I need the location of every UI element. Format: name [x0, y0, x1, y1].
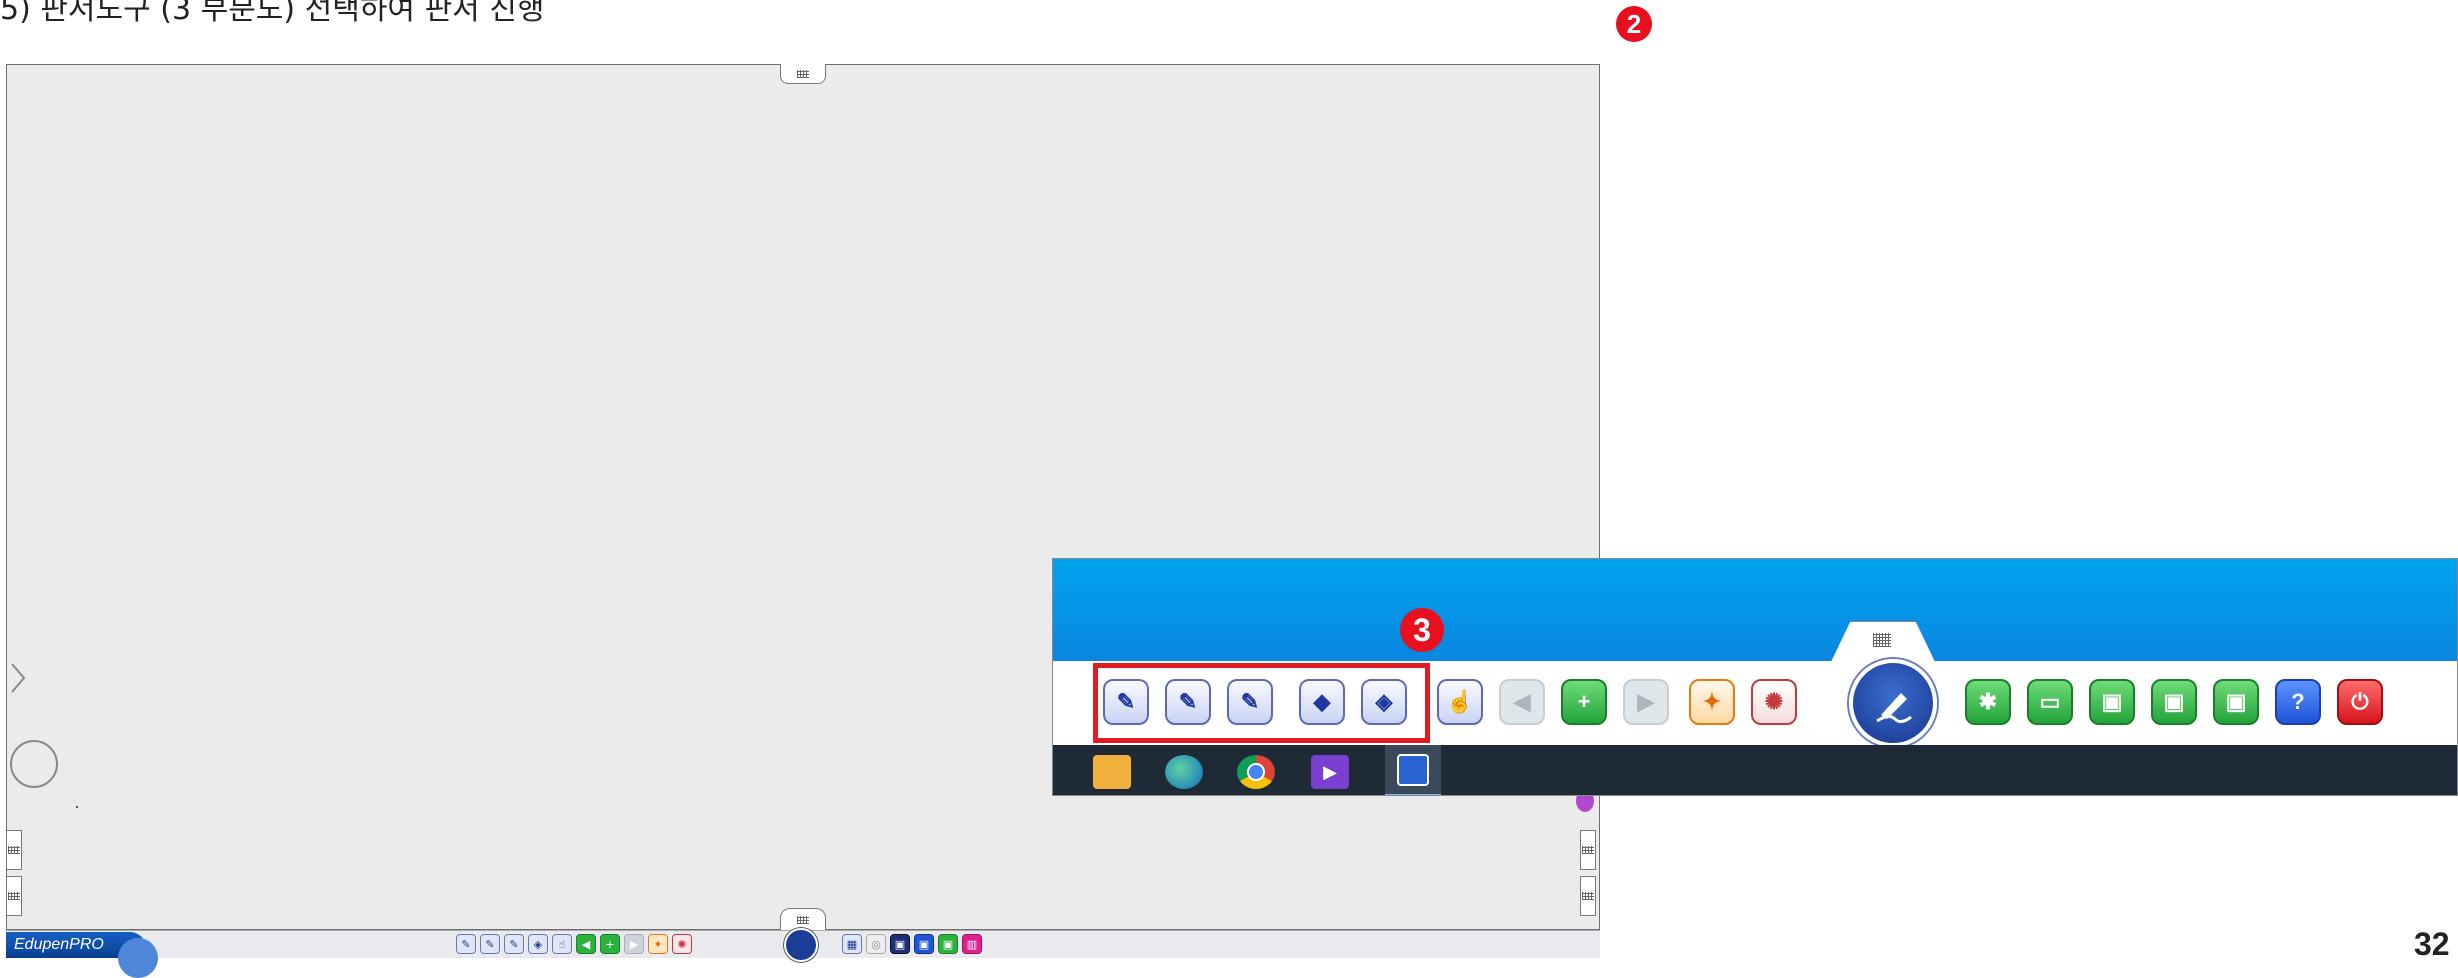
desktop-background: [1053, 559, 2457, 661]
grid-icon: [1582, 892, 1594, 900]
save-as-button[interactable]: ▣: [2151, 679, 2197, 725]
callout-badge-3: 3: [1400, 608, 1444, 652]
save-as-icon: ▣: [2163, 689, 2185, 714]
edupen-main-button[interactable]: [1849, 659, 1937, 747]
chrome-center: [1247, 763, 1265, 781]
help-button[interactable]: ?: [2275, 679, 2321, 725]
new-file-button[interactable]: ✱: [1965, 679, 2011, 725]
ink-dot: [76, 806, 78, 808]
back-button[interactable]: ◀: [1499, 679, 1545, 725]
marker-icon[interactable]: ✎: [504, 934, 524, 954]
back-arrow-icon[interactable]: ◀: [576, 934, 596, 954]
toolbar-zoom-inset: ✎ ✎ ✎ ◆ ◈ ☝ ◀ + ▶ ✦ ✺ ✱ ▭ ▣ ▣ ▣ ? ⏻ ▶: [1052, 558, 2458, 796]
whiteboard-canvas[interactable]: [6, 64, 1600, 930]
new-page-icon: +: [1577, 689, 1591, 714]
forward-arrow-icon[interactable]: ▶: [624, 934, 644, 954]
grid-view-icon[interactable]: ▦: [842, 934, 862, 954]
new-page-button[interactable]: +: [1561, 679, 1607, 725]
logo-swirl: [118, 938, 158, 978]
grid-icon: [797, 69, 809, 78]
page-number: 32: [2414, 926, 2450, 962]
save-button[interactable]: ▣: [2089, 679, 2135, 725]
open-button[interactable]: ▭: [2027, 679, 2073, 725]
pointer-hand-icon[interactable]: ☝: [552, 934, 572, 954]
tools-button[interactable]: ✦: [1689, 679, 1735, 725]
mini-toolbar-left: ✎ ✎ ✎ ◈ ☝ ◀ + ▶ ✦ ✺: [456, 934, 692, 954]
top-panel-handle[interactable]: [780, 64, 826, 84]
gear-icon[interactable]: ✺: [672, 934, 692, 954]
new-file-icon: ✱: [1978, 689, 1998, 714]
document-blue-icon[interactable]: ▣: [914, 934, 934, 954]
help-icon: ?: [2291, 689, 2305, 714]
edupen-logo-icon[interactable]: [784, 928, 818, 962]
settings-button[interactable]: ✺: [1751, 679, 1797, 725]
wrench-icon[interactable]: ✦: [648, 934, 668, 954]
grid-icon: [1582, 846, 1594, 854]
power-icon: ⏻: [2351, 689, 2369, 714]
pointer-hand-icon: ☝: [1446, 689, 1474, 714]
callout-badge-2: 2: [1616, 6, 1652, 42]
document-green-icon[interactable]: ▣: [938, 934, 958, 954]
save-icon: ▣: [2101, 689, 2123, 714]
save-xps-button[interactable]: ▣: [2213, 679, 2259, 725]
grid-icon: [8, 846, 20, 854]
grid-icon: [1873, 633, 1891, 647]
file-explorer-icon[interactable]: [1093, 755, 1131, 789]
open-folder-icon: ▭: [2039, 689, 2061, 714]
forward-arrow-icon: ▶: [1637, 689, 1655, 714]
brush-icon[interactable]: ✎: [480, 934, 500, 954]
forward-button[interactable]: ▶: [1623, 679, 1669, 725]
chrome-icon[interactable]: [1237, 755, 1275, 789]
grid-icon: [797, 915, 809, 924]
left-expand-arrow-icon[interactable]: [8, 660, 28, 696]
disabled-icon[interactable]: ◎: [866, 934, 886, 954]
edupen-logo-icon: [1876, 693, 1912, 724]
slide-caption: 5) 판서도구 (3 부분도) 선택하여 판서 진행: [0, 0, 545, 27]
left-side-tab-upper[interactable]: [6, 830, 22, 870]
bottom-panel-handle[interactable]: [780, 908, 826, 930]
pen-icon[interactable]: ✎: [456, 934, 476, 954]
mini-toolbar-right: ▦ ◎ ▣ ▣ ▣ ▥: [842, 934, 982, 954]
power-button[interactable]: ⏻: [2337, 679, 2383, 725]
new-page-icon[interactable]: +: [600, 934, 620, 954]
visual-studio-icon[interactable]: ▶: [1311, 755, 1349, 789]
pointer-button[interactable]: ☝: [1437, 679, 1483, 725]
right-side-tab-upper[interactable]: [1580, 830, 1596, 870]
document-icon[interactable]: ▣: [890, 934, 910, 954]
floating-circle-button[interactable]: [10, 740, 58, 788]
edupen-app-glyph: [1397, 753, 1429, 786]
grid-icon: [8, 892, 20, 900]
back-arrow-icon: ◀: [1513, 689, 1531, 714]
eraser-icon[interactable]: ◈: [528, 934, 548, 954]
pen-tools-highlight: [1093, 663, 1430, 743]
save-xps-icon: ▣: [2225, 689, 2247, 714]
trash-icon[interactable]: ▥: [962, 934, 982, 954]
right-side-tab-lower[interactable]: [1580, 876, 1596, 916]
edge-icon[interactable]: [1165, 755, 1203, 789]
gear-icon: ✺: [1764, 689, 1784, 714]
edupen-app-icon[interactable]: [1385, 745, 1441, 795]
left-side-tab-lower[interactable]: [6, 876, 22, 916]
wrench-icon: ✦: [1702, 689, 1722, 714]
